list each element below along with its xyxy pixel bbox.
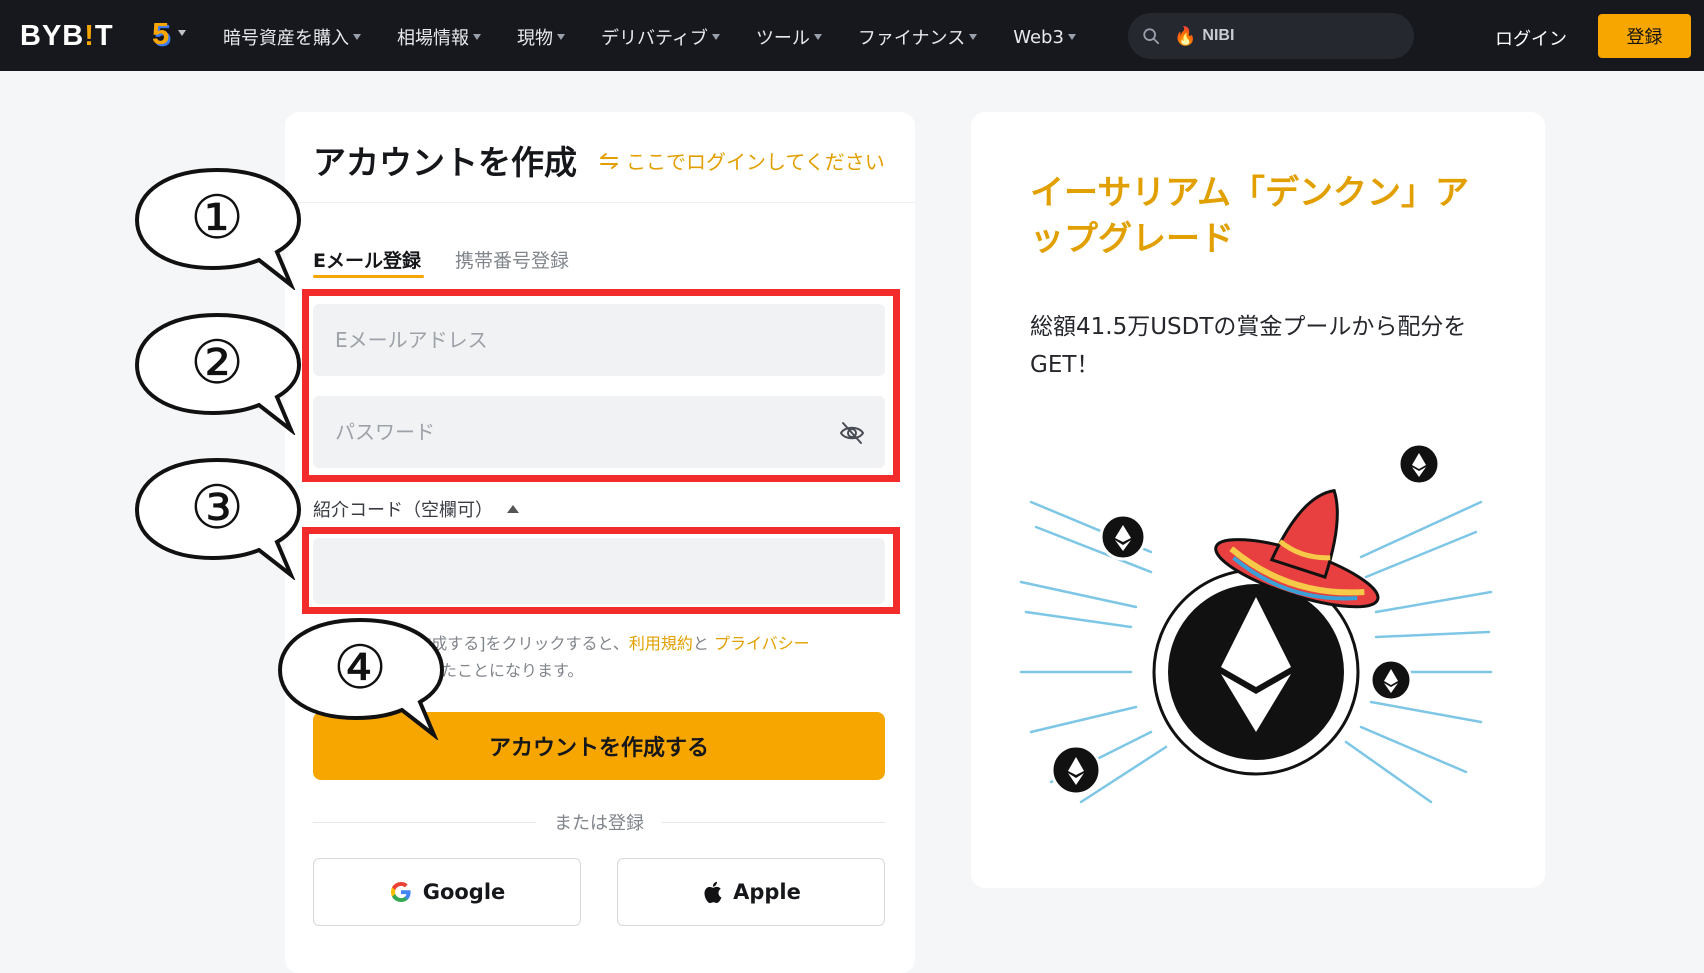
apple-signup-button[interactable]: Apple [617,858,885,926]
divider-line [313,821,536,823]
menu-spot[interactable]: 現物 [517,24,565,50]
caret-up-icon [507,505,519,513]
logo-bang: ! [84,20,95,52]
ethereum-sombrero-illustration [1019,442,1493,804]
menu-label: Web3 [1013,26,1064,48]
chevron-down-icon [473,34,481,40]
chevron-down-icon [813,34,822,40]
promo-card[interactable]: イーサリアム「デンクン」アップグレード 総額41.5万USDTの賞金プールから配… [971,112,1545,888]
menu-finance[interactable]: ファイナンス [857,24,978,50]
menu-markets[interactable]: 相場情報 [397,24,481,50]
signup-button[interactable]: 登録 [1598,14,1691,58]
menu-label: ツール [755,28,810,49]
apple-icon [704,881,722,904]
speech-bubble-1: ① [134,167,302,290]
main-menu: 暗号資産を購入 相場情報 現物 デリバティブ ツール ファイナンス Web3 [223,24,1076,50]
promo-title: イーサリアム「デンクン」アップグレード [1030,173,1469,259]
menu-label: 暗号資産を購入 [223,28,349,49]
divider-line [662,821,885,823]
menu-buy-crypto[interactable]: 暗号資産を購入 [223,24,361,50]
logo-text: BYB [20,20,85,52]
menu-label: 相場情報 [397,28,469,49]
highlight-box-referral [302,527,900,614]
chevron-down-icon [353,34,361,40]
divider [285,202,915,203]
menu-label: ファイナンス [857,28,966,49]
menu-derivatives[interactable]: デリバティブ [601,24,720,50]
page-title: アカウントを作成 [313,143,577,182]
chevron-down-icon [1067,34,1076,40]
active-tab-indicator [313,275,424,278]
login-here-label: ここでログインしてください [626,150,885,174]
or-register-label: または登録 [554,813,644,834]
menu-label: デリバティブ [601,28,708,49]
google-signup-button[interactable]: Google [313,858,581,926]
search-trending-query: NIBI [1202,27,1235,44]
annotation-number-3: ③ [190,473,244,543]
terms-of-service-link[interactable]: 利用規約 [629,634,693,653]
top-navbar: BYB!T 5 暗号資産を購入 相場情報 現物 デリバティブ ツール ファイナン… [0,0,1704,71]
menu-tools[interactable]: ツール [756,24,822,50]
referral-toggle[interactable]: 紹介コード（空欄可） [313,496,519,522]
google-icon [390,882,411,902]
tab-email-register[interactable]: Eメール登録 [313,246,421,273]
highlight-box-credentials [302,289,900,482]
search-bar[interactable]: 🔥 NIBI [1128,13,1414,59]
search-icon [1143,28,1160,45]
speech-bubble-2: ② [134,312,302,435]
fire-icon: 🔥 [1174,25,1197,47]
bybit-logo[interactable]: BYB!T [20,20,114,53]
or-divider: または登録 [313,807,885,837]
logo-text-end: T [94,20,114,52]
apple-label: Apple [733,880,801,904]
menu-label: 現物 [517,28,553,49]
login-link[interactable]: ログイン [1495,25,1567,51]
terms-and: と [692,634,709,653]
swap-arrows-icon [600,152,618,169]
menu-web3[interactable]: Web3 [1013,24,1076,50]
login-here-link[interactable]: ここでログインしてください [598,146,885,175]
promo-subtitle: 総額41.5万USDTの賞金プールから配分をGET！ [1030,314,1467,378]
speech-bubble-4: ④ [277,617,445,740]
google-label: Google [422,880,506,904]
chevron-down-icon [557,34,565,40]
chevron-down-icon [711,34,720,40]
referral-label: 紹介コード（空欄可） [313,500,493,521]
chevron-down-icon[interactable] [178,30,186,36]
annotation-number-1: ① [190,183,244,253]
tab-phone-register[interactable]: 携帯番号登録 [455,246,569,273]
speech-bubble-3: ③ [134,457,302,580]
annotation-number-2: ② [190,328,244,398]
anniversary-5-logo[interactable]: 5 [152,16,169,52]
annotation-number-4: ④ [333,633,387,703]
chevron-down-icon [969,34,978,40]
privacy-policy-link[interactable]: プライバシー [714,634,810,653]
